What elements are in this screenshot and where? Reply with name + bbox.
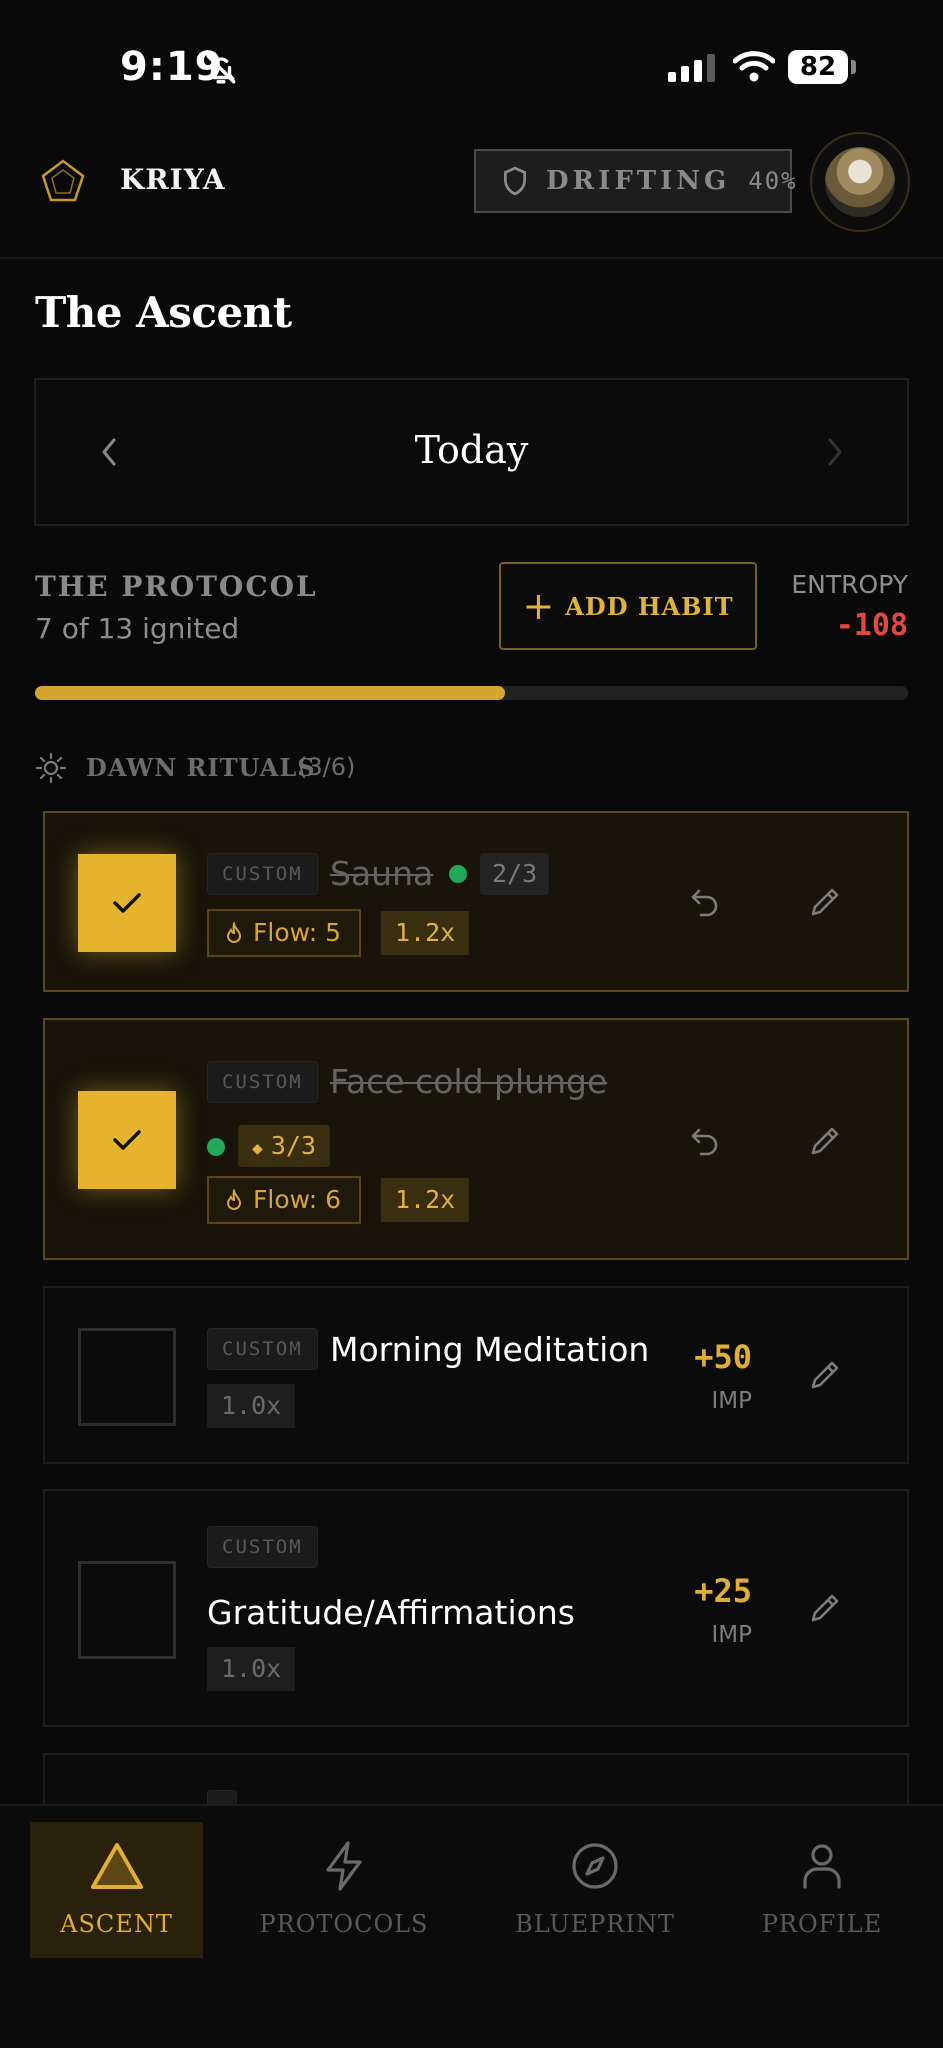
habit-name: Face cold plunge — [330, 1062, 608, 1101]
plus-icon: + — [522, 584, 556, 628]
flow-badge: Flow: 6 — [207, 1176, 361, 1224]
multiplier-badge: 1.2x — [381, 1178, 470, 1222]
status-badge-percent: 40% — [748, 167, 798, 195]
triangle-icon — [89, 1838, 145, 1894]
compass-icon — [570, 1838, 620, 1894]
habit-checkbox[interactable] — [78, 1561, 176, 1659]
flow-badge: Flow: 5 — [207, 909, 361, 957]
habit-checkbox[interactable] — [78, 1328, 176, 1426]
pencil-icon — [811, 1594, 839, 1622]
add-habit-label: ADD HABIT — [565, 591, 734, 621]
multiplier-badge: 1.2x — [381, 911, 470, 955]
shield-icon — [502, 166, 528, 196]
battery-nub — [851, 60, 856, 74]
section-title: DAWN RITUALS — [86, 753, 316, 782]
nav-item-protocols[interactable]: PROTOCOLS — [258, 1822, 430, 1958]
flame-icon — [226, 922, 242, 943]
habit-tag: CUSTOM — [207, 853, 318, 895]
habit-progress-count: 2/3 — [480, 853, 550, 895]
nav-item-ascent[interactable]: ASCENT — [30, 1822, 203, 1958]
habit-name: Sauna — [330, 854, 434, 893]
brand-name: KRIYA — [120, 163, 226, 196]
next-day-button[interactable] — [820, 434, 848, 474]
habit-checkbox-checked[interactable] — [78, 854, 176, 952]
multiplier-badge: 1.0x — [207, 1647, 296, 1691]
add-habit-button[interactable]: + ADD HABIT — [499, 562, 757, 650]
checkmark-icon — [113, 893, 141, 913]
flow-value: Flow: 6 — [253, 1185, 341, 1214]
habit-checkbox-checked[interactable] — [78, 1091, 176, 1189]
status-badge-label: DRIFTING — [546, 166, 731, 196]
pencil-icon — [811, 1361, 839, 1389]
protocol-title: THE PROTOCOL — [35, 570, 318, 603]
habit-name: Gratitude/Affirmations — [207, 1593, 575, 1632]
pencil-icon — [811, 1127, 839, 1155]
points-value: +50 — [694, 1338, 752, 1376]
flow-value: Flow: 5 — [253, 918, 341, 947]
avatar — [825, 147, 895, 217]
nav-item-blueprint[interactable]: BLUEPRINT — [515, 1822, 675, 1958]
entropy-label: ENTROPY — [791, 570, 908, 599]
nav-item-profile[interactable]: PROFILE — [758, 1822, 886, 1958]
habit-tag: CUSTOM — [207, 1526, 318, 1568]
battery-indicator: 82 — [788, 50, 848, 84]
user-icon — [800, 1838, 844, 1894]
nav-item-label: PROFILE — [761, 1910, 883, 1938]
checkmark-icon — [113, 1130, 141, 1150]
points-value: +25 — [694, 1572, 752, 1610]
entropy-value: -108 — [835, 608, 908, 643]
bell-muted-icon — [204, 52, 238, 90]
nav-item-label: BLUEPRINT — [515, 1910, 675, 1938]
edit-button[interactable] — [800, 877, 850, 927]
habit-progress-value: 3/3 — [270, 1131, 316, 1160]
current-date-label: Today — [414, 428, 529, 472]
undo-icon — [691, 889, 718, 917]
habit-tag: CUSTOM — [207, 1328, 318, 1370]
multiplier-badge: 1.0x — [207, 1384, 296, 1428]
pentagon-logo-icon — [40, 158, 86, 208]
lightning-icon — [322, 1838, 366, 1894]
edit-button[interactable] — [800, 1116, 850, 1166]
undo-button[interactable] — [680, 1116, 730, 1166]
flame-icon — [226, 1189, 242, 1210]
undo-button[interactable] — [680, 877, 730, 927]
edit-button[interactable] — [800, 1350, 850, 1400]
undo-icon — [691, 1128, 718, 1156]
points-unit: IMP — [711, 1388, 753, 1414]
section-count: (3/6) — [298, 753, 356, 781]
header-divider — [0, 257, 943, 259]
status-dot — [449, 865, 467, 883]
status-badge[interactable]: DRIFTING 40% — [474, 149, 796, 213]
protocol-subtitle: 7 of 13 ignited — [35, 612, 240, 645]
habit-progress-count: ◆ 3/3 — [238, 1125, 330, 1167]
wifi-icon — [732, 50, 776, 86]
diamond-icon: ◆ — [252, 1138, 263, 1159]
cellular-signal-icon — [668, 54, 716, 86]
protocol-progress-fill — [35, 686, 506, 700]
sun-icon — [35, 752, 67, 788]
habit-tag: CUSTOM — [207, 1061, 318, 1103]
habit-name: Morning Meditation — [330, 1330, 650, 1369]
nav-item-label: PROTOCOLS — [259, 1910, 429, 1938]
status-dot — [207, 1138, 225, 1156]
nav-item-label: ASCENT — [60, 1910, 173, 1938]
pencil-icon — [811, 888, 839, 916]
points-unit: IMP — [711, 1622, 753, 1648]
page-title: The Ascent — [35, 288, 292, 337]
edit-button[interactable] — [800, 1583, 850, 1633]
